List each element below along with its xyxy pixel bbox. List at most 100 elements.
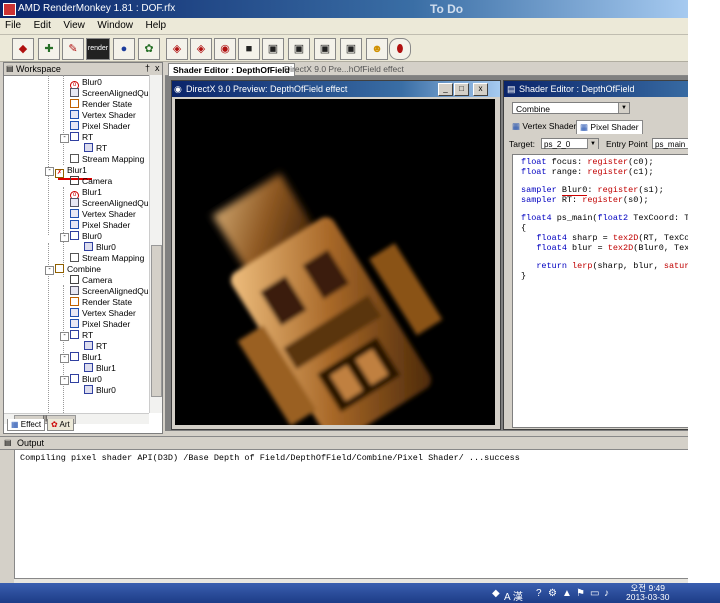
workspace-tree: oBlur0 ScreenAlignedQuad Render State Ve… (10, 75, 148, 413)
collapse-icon[interactable]: - (60, 332, 69, 341)
collapse-icon[interactable]: - (60, 233, 69, 242)
maximize-button[interactable]: □ (454, 83, 469, 96)
shader-editor-icon: ▤ (507, 84, 516, 94)
tab-shader-editor[interactable]: Shader Editor : DepthOfField (168, 63, 295, 76)
film-camera-icon[interactable]: ▣ (262, 38, 284, 60)
palette-icon[interactable]: ✿ (138, 38, 160, 60)
directx-icon: ◉ (174, 84, 182, 94)
menu-window[interactable]: Window (92, 18, 138, 31)
sphere-icon[interactable]: ● (113, 38, 135, 60)
collapse-icon[interactable]: - (60, 376, 69, 385)
texture-red2-icon[interactable]: ◉ (214, 38, 236, 60)
settings-icon[interactable]: ⚙ (548, 588, 557, 599)
tab-effect[interactable]: ▦ Effect (7, 419, 46, 431)
tree-node[interactable]: Pixel Shader (70, 121, 130, 132)
menu-view[interactable]: View (58, 18, 90, 31)
pass-icon: ✗ (55, 169, 64, 178)
edit-brush-icon[interactable]: ✎ (62, 38, 84, 60)
render-icon[interactable]: render (86, 38, 110, 60)
film-camera-icon[interactable]: ▣ (288, 38, 310, 60)
tree-node[interactable]: Blur0 (84, 242, 116, 253)
mascot-icon[interactable]: ☻ (366, 38, 388, 60)
workspace-tabs: ▦ Effect ✿ Art (3, 419, 161, 431)
tree-node[interactable]: RT (70, 132, 93, 143)
tree-node[interactable]: Render State (70, 99, 132, 110)
effect-workspace-icon[interactable]: ◆ (12, 38, 34, 60)
vertex-shader-icon (70, 110, 79, 119)
tree-node[interactable]: Render State (70, 297, 132, 308)
pass-select[interactable]: Combine ▼ (512, 102, 630, 114)
collapse-icon[interactable]: - (45, 266, 54, 275)
texture-red-icon[interactable]: ◈ (166, 38, 188, 60)
mouse-icon[interactable]: ⬮ (389, 38, 411, 60)
film-camera-icon[interactable]: ▣ (314, 38, 336, 60)
code-line: sampler RT: register(s0); (521, 195, 649, 205)
clock[interactable]: 오전 9:49 2013-03-30 (626, 584, 669, 602)
tree-node[interactable]: RT (70, 330, 93, 341)
tab-directx-preview[interactable]: DirectX 9.0 Pre...hOfField effect (280, 63, 408, 75)
system-tray: ◆ A 漢 ? ⚙ ▲ ⚑ ▭ ♪ 오전 9:49 2013-03-30 (490, 584, 690, 603)
tree-node[interactable]: RT (84, 143, 107, 154)
tree-node[interactable]: Stream Mapping (70, 253, 144, 264)
tree-node-combine-pass[interactable]: Combine (55, 264, 101, 275)
tree-node[interactable]: Vertex Shader (70, 209, 136, 220)
close-button[interactable]: x (473, 83, 488, 96)
tree-node[interactable]: Vertex Shader (70, 110, 136, 121)
shader-editor-caption: ▤ Shader Editor : DepthOfField (504, 81, 699, 97)
tree-node[interactable]: Blur1 (70, 352, 102, 363)
menu-edit[interactable]: Edit (29, 18, 56, 31)
workspace-title: Workspace (16, 64, 61, 74)
texture-icon (84, 143, 93, 152)
pin-icon[interactable]: † (145, 63, 150, 73)
tab-art[interactable]: ✿ Art (47, 419, 74, 431)
tree-node[interactable]: o Blur1 (70, 187, 102, 200)
tree-node[interactable]: Blur0 (70, 231, 102, 242)
tree-node[interactable]: o Blur0 (70, 77, 102, 90)
tree-node[interactable]: Blur0 (70, 374, 102, 385)
collapse-icon[interactable]: - (60, 134, 69, 143)
volume-icon[interactable]: ♪ (604, 588, 609, 599)
tree-node[interactable]: Camera (70, 275, 112, 286)
tree-node[interactable]: Camera (70, 176, 112, 187)
tree-node[interactable]: Blur0 (84, 385, 116, 396)
tree-node[interactable]: ScreenAlignedQuad (70, 198, 148, 209)
help-icon[interactable]: ? (536, 588, 542, 599)
code-editor[interactable]: float focus: register(c0); float range: … (512, 154, 699, 428)
scroll-thumb[interactable] (151, 245, 162, 397)
tree-node[interactable]: Pixel Shader (70, 319, 130, 330)
close-icon[interactable]: x (155, 63, 160, 73)
vertex-shader-icon: ▦ (512, 121, 521, 131)
flag-icon[interactable]: ⚑ (576, 588, 585, 599)
ime-indicator[interactable]: A 漢 (504, 588, 523, 603)
render-target-icon (70, 132, 79, 141)
add-effect-icon[interactable]: ✚ (38, 38, 60, 60)
tree-node[interactable]: Pixel Shader (70, 220, 130, 231)
collapse-icon[interactable]: - (45, 167, 54, 176)
tree-node-blur1-pass[interactable]: ✗ Blur1 (55, 165, 87, 178)
minimize-button[interactable]: _ (438, 83, 453, 96)
output-panel[interactable]: Compiling pixel shader API(D3D) /Base De… (14, 449, 690, 579)
render-target-icon (70, 231, 79, 240)
texture-gray-icon[interactable]: ◈ (190, 38, 212, 60)
menu-help[interactable]: Help (141, 18, 172, 31)
camera-icon[interactable]: ■ (238, 38, 260, 60)
title-bar: AMD RenderMonkey 1.81 : DOF.rfx To Do (0, 0, 688, 18)
monitor-icon[interactable]: ▭ (590, 588, 599, 599)
tree-node[interactable]: RT (84, 341, 107, 352)
menu-file[interactable]: File (0, 18, 26, 31)
film-camera-icon[interactable]: ▣ (340, 38, 362, 60)
tab-vertex-shader[interactable]: ▦ Vertex Shader (509, 120, 579, 133)
flag-icon[interactable]: ◆ (492, 588, 500, 599)
tree-node[interactable]: ScreenAlignedQuad (70, 286, 148, 297)
workspace-vertical-scrollbar[interactable] (149, 75, 162, 413)
render-viewport[interactable] (175, 99, 495, 425)
tree-node[interactable]: Stream Mapping (70, 154, 144, 165)
tree-node[interactable]: Blur1 (84, 363, 116, 374)
chevron-up-icon[interactable]: ▲ (562, 588, 572, 599)
target-select[interactable]: ps_2_0 ▼ (541, 138, 599, 149)
toolbar: ◆ ✚ ✎ render ● ✿ ◈ ◈ ◉ ■ ▣ ▣ ▣ ▣ ☻ ⬮ (0, 35, 688, 62)
tree-node[interactable]: Vertex Shader (70, 308, 136, 319)
collapse-icon[interactable]: - (60, 354, 69, 363)
tab-pixel-shader[interactable]: ▦ Pixel Shader (576, 120, 643, 134)
tree-node[interactable]: ScreenAlignedQuad (70, 88, 148, 99)
